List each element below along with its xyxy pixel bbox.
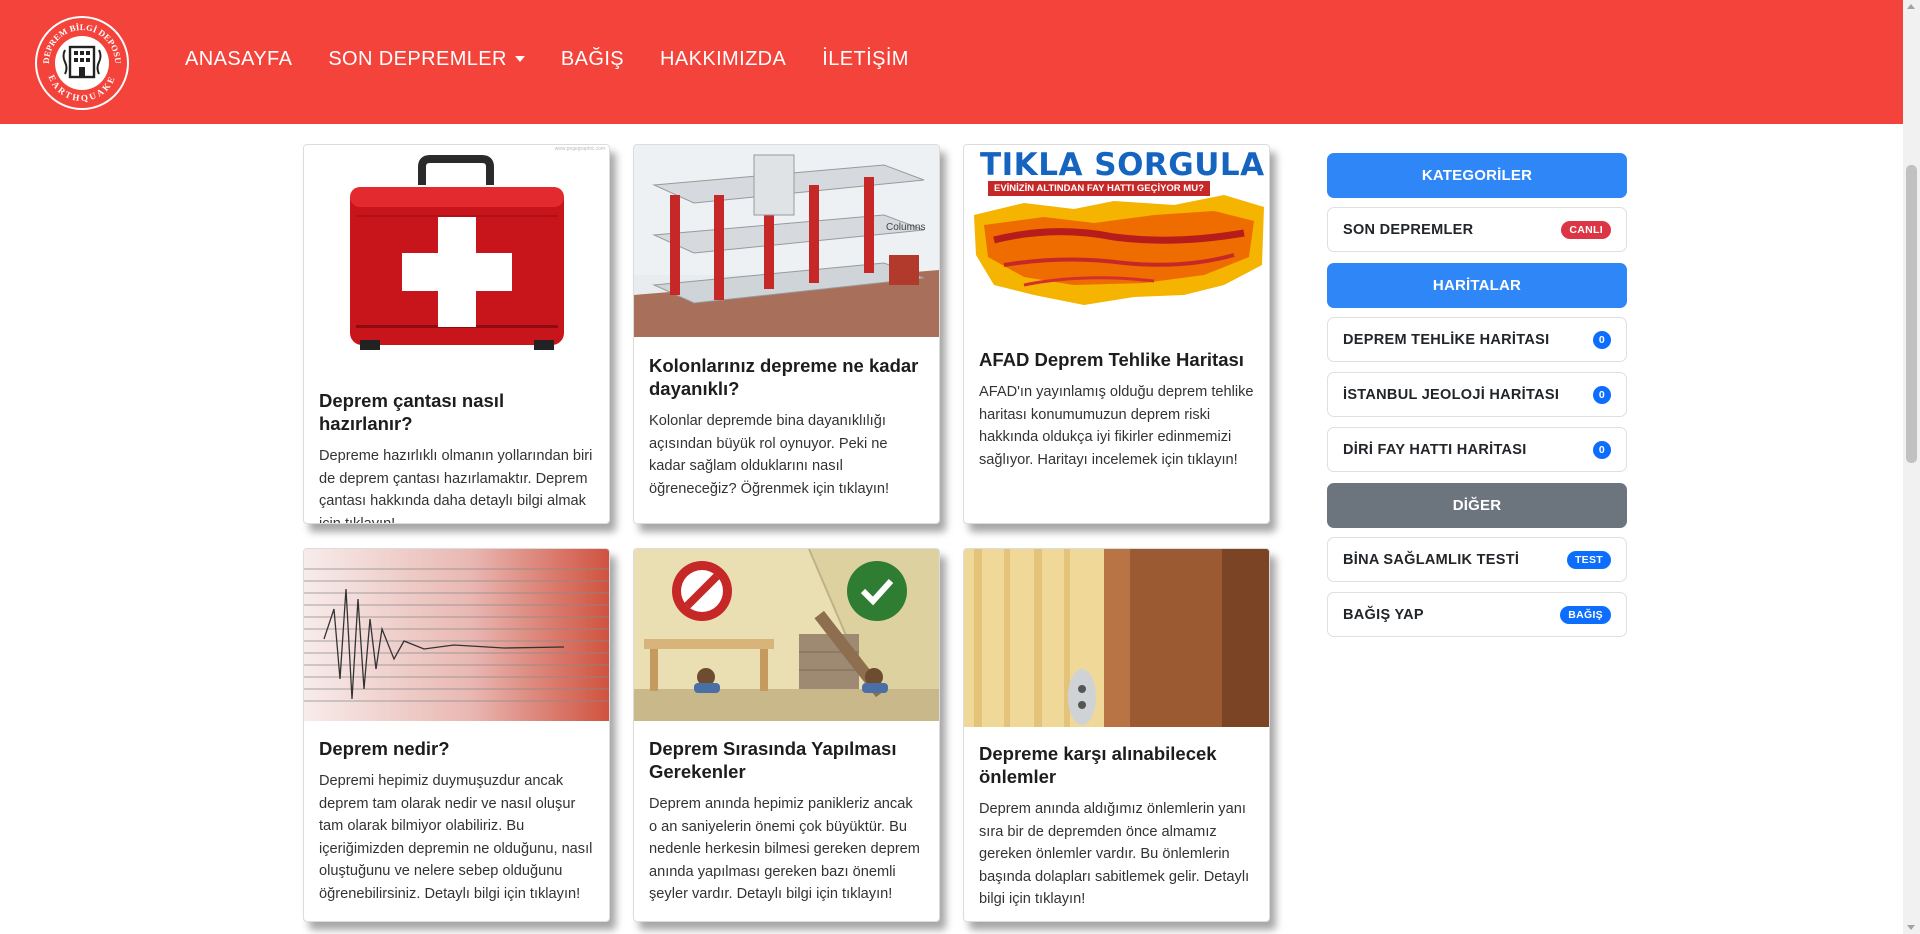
sidebar-item-label: DİRİ FAY HATTI HARİTASI bbox=[1343, 441, 1527, 458]
sidebar-item-label: BİNA SAĞLAMLIK TESTİ bbox=[1343, 551, 1520, 568]
article-card-precautions[interactable]: Depreme karşı alınabilecek önlemler Depr… bbox=[963, 548, 1270, 922]
card-title: Deprem nedir? bbox=[319, 738, 450, 759]
card-title: AFAD Deprem Tehlike Haritası bbox=[979, 349, 1244, 370]
card-text: AFAD'ın yayınlamış olduğu deprem tehlike… bbox=[979, 384, 1254, 468]
count-badge: 0 bbox=[1592, 385, 1611, 404]
page-scrollbar[interactable] bbox=[1903, 0, 1920, 934]
caret-down-icon bbox=[514, 56, 525, 62]
maps-header-label: HARİTALAR bbox=[1432, 277, 1522, 294]
nav-about[interactable]: HAKKIMIZDA bbox=[660, 48, 786, 71]
emergency-kit-image: www.pngegraphic.com bbox=[304, 145, 609, 375]
other-header-label: DİĞER bbox=[1452, 497, 1502, 514]
card-title: Deprem Sırasında Yapılması Gerekenler bbox=[649, 738, 897, 782]
sidebar-item-recent-earthquakes[interactable]: SON DEPREMLER CANLI bbox=[1327, 207, 1627, 252]
site-logo[interactable]: DEPREM BİLGİ DEPOSU EARTHQUAKE bbox=[33, 14, 131, 112]
sidebar-item-donate[interactable]: BAĞIŞ YAP BAĞIŞ bbox=[1327, 592, 1627, 637]
building-icon bbox=[62, 45, 102, 79]
drop-cover-image bbox=[634, 549, 939, 721]
article-card-during-earthquake[interactable]: Deprem Sırasında Yapılması Gerekenler De… bbox=[633, 548, 940, 922]
columns-label: Columns bbox=[886, 222, 925, 233]
sidebar-item-active-fault-map[interactable]: DİRİ FAY HATTI HARİTASI 0 bbox=[1327, 427, 1627, 472]
sidebar-item-istanbul-geology-map[interactable]: İSTANBUL JEOLOJİ HARİTASI 0 bbox=[1327, 372, 1627, 417]
card-text: Depremi hepimiz duymuşuzdur ancak deprem… bbox=[319, 773, 593, 902]
sidebar-item-building-test[interactable]: BİNA SAĞLAMLIK TESTİ TEST bbox=[1327, 537, 1627, 582]
donate-badge: BAĞIŞ bbox=[1560, 605, 1611, 624]
card-title: Depreme karşı alınabilecek önlemler bbox=[979, 743, 1217, 787]
card-title: Kolonlarınız depreme ne kadar dayanıklı? bbox=[649, 355, 919, 399]
nav-donate-label: BAĞIŞ bbox=[560, 47, 625, 70]
sidebar-item-label: BAĞIŞ YAP bbox=[1343, 606, 1424, 623]
categories-header: KATEGORİLER bbox=[1327, 153, 1627, 198]
nav-home[interactable]: ANASAYFA bbox=[185, 48, 292, 71]
nav-recent-earthquakes-dropdown[interactable]: SON DEPREMLER bbox=[328, 48, 525, 71]
scrollbar-thumb[interactable] bbox=[1906, 165, 1917, 463]
article-card-hazard-map[interactable]: TIKLA SORGULA EVİNİZİN ALTINDAN FAY HATT… bbox=[963, 144, 1270, 524]
count-badge: 0 bbox=[1592, 330, 1611, 349]
nav-contact-label: İLETİŞİM bbox=[822, 47, 909, 70]
sidebar-item-label: İSTANBUL JEOLOJİ HARİTASI bbox=[1343, 386, 1560, 403]
image-watermark: www.pngegraphic.com bbox=[554, 146, 605, 152]
building-columns-image: Columns bbox=[634, 145, 939, 337]
article-card-emergency-kit[interactable]: www.pngegraphic.com Deprem çantası nasıl… bbox=[303, 144, 610, 524]
card-text: Depreme hazırlıklı olmanın yollarından b… bbox=[319, 448, 593, 524]
test-badge: TEST bbox=[1566, 550, 1611, 569]
categories-header-label: KATEGORİLER bbox=[1421, 167, 1533, 184]
other-header: DİĞER bbox=[1327, 483, 1627, 528]
seismogram-image bbox=[304, 549, 609, 721]
card-text: Deprem anında hepimiz panikleriz ancak o… bbox=[649, 796, 920, 902]
article-card-what-is-earthquake[interactable]: Deprem nedir? Depremi hepimiz duymuşuzdu… bbox=[303, 548, 610, 922]
maps-header: HARİTALAR bbox=[1327, 263, 1627, 308]
article-card-columns[interactable]: Columns Kolonlarınız depreme ne kadar da… bbox=[633, 144, 940, 524]
sidebar-item-label: DEPREM TEHLİKE HARİTASI bbox=[1343, 331, 1550, 348]
nav-recent-earthquakes-label: SON DEPREMLER bbox=[328, 47, 507, 70]
count-badge: 0 bbox=[1592, 440, 1611, 459]
card-title: Deprem çantası nasıl hazırlanır? bbox=[319, 390, 505, 434]
live-badge: CANLI bbox=[1561, 220, 1611, 239]
hazard-map-image: TIKLA SORGULA EVİNİZİN ALTINDAN FAY HATT… bbox=[964, 145, 1269, 333]
map-banner-title: TIKLA SORGULA bbox=[980, 147, 1265, 183]
scroll-down-arrow-icon[interactable] bbox=[1907, 925, 1915, 930]
card-text: Deprem anında aldığımız önlemlerin yanı … bbox=[979, 801, 1250, 907]
nav-about-label: HAKKIMIZDA bbox=[660, 47, 787, 70]
sidebar-item-label: SON DEPREMLER bbox=[1343, 221, 1474, 238]
map-banner-subtitle: EVİNİZİN ALTINDAN FAY HATTI GEÇİYOR MU? bbox=[988, 181, 1210, 196]
sidebar-item-hazard-map[interactable]: DEPREM TEHLİKE HARİTASI 0 bbox=[1327, 317, 1627, 362]
nav-contact[interactable]: İLETİŞİM bbox=[822, 48, 909, 71]
scroll-up-arrow-icon[interactable] bbox=[1907, 4, 1915, 9]
nav-home-label: ANASAYFA bbox=[185, 47, 293, 70]
wall-anchor-image bbox=[964, 549, 1269, 727]
card-text: Kolonlar depremde bina dayanıklılığı açı… bbox=[649, 413, 890, 497]
nav-donate[interactable]: BAĞIŞ bbox=[561, 48, 624, 71]
top-navbar: DEPREM BİLGİ DEPOSU EARTHQUAKE ANASAYFA … bbox=[0, 0, 1903, 124]
